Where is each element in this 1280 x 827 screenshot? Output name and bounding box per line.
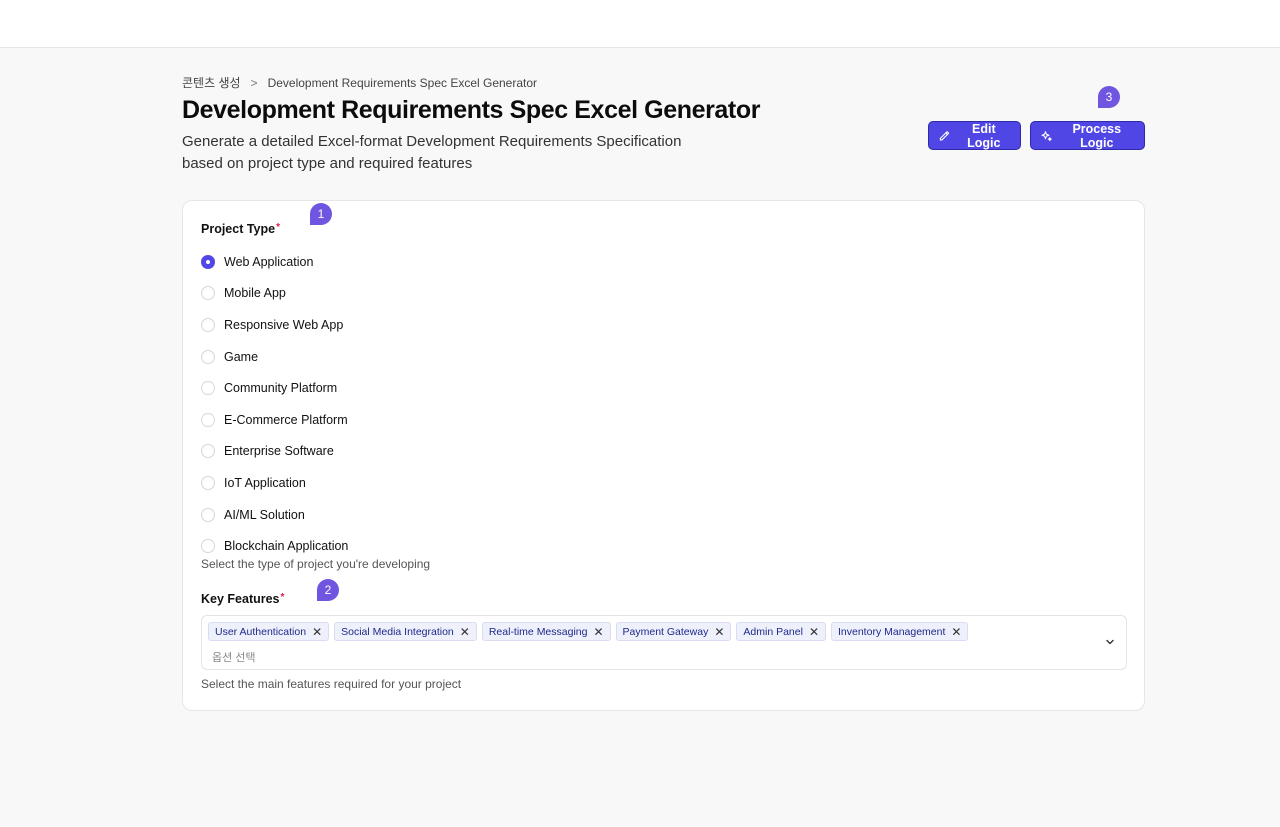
radio-option-iot-application[interactable]: IoT Application [201,467,348,499]
edit-logic-label: Edit Logic [967,121,1001,150]
radio-button[interactable] [201,381,215,396]
radio-button[interactable] [201,254,215,269]
close-icon[interactable]: ✕ [809,626,819,638]
radio-button[interactable] [201,475,215,490]
selected-tags: User Authentication ✕ Social Media Integ… [208,622,969,641]
step-marker-3: 3 [1098,86,1120,108]
radio-option-label: Game [224,349,259,364]
step-marker-1: 1 [310,203,332,225]
radio-option-ai-ml-solution[interactable]: AI/ML Solution [201,499,348,531]
project-type-help: Select the type of project you're develo… [201,557,431,571]
sparkles-icon [1041,130,1052,141]
project-type-radio-group: Web Application Mobile App Responsive We… [201,246,348,562]
step-marker-1-label: 1 [317,207,325,221]
radio-option-label: IoT Application [224,475,306,490]
radio-button[interactable] [201,412,215,427]
page-description: Generate a detailed Excel-format Develop… [182,133,682,172]
breadcrumb-current: Development Requirements Spec Excel Gene… [267,75,538,90]
close-icon[interactable]: ✕ [460,626,470,638]
radio-option-responsive-web-app[interactable]: Responsive Web App [201,309,348,341]
project-type-label-text: Project Type [201,222,276,236]
radio-button[interactable] [201,349,215,364]
tag-inventory-management: Inventory Management ✕ [831,622,969,641]
tag-label: User Authentication [215,625,307,638]
form-card: Project Type* 1 Web Application Mobile A… [182,200,1145,711]
step-marker-2-label: 2 [324,583,332,597]
radio-option-label: Responsive Web App [224,317,344,332]
tag-label: Social Media Integration [341,625,454,638]
page-title: Development Requirements Spec Excel Gene… [182,96,761,124]
radio-button[interactable] [201,317,215,332]
key-features-label-text: Key Features [201,592,280,606]
radio-button[interactable] [201,286,215,301]
key-features-help: Select the main features required for yo… [201,677,462,691]
project-type-label: Project Type* [201,222,280,236]
process-logic-button[interactable]: Process Logic [1030,121,1145,150]
radio-option-label: E-Commerce Platform [224,412,348,427]
close-icon[interactable]: ✕ [714,626,724,638]
radio-button[interactable] [201,539,215,554]
radio-option-label: Blockchain Application [224,539,349,554]
radio-option-label: Web Application [224,254,314,269]
key-features-label: Key Features* [201,592,284,606]
close-icon[interactable]: ✕ [951,626,961,638]
radio-option-enterprise-software[interactable]: Enterprise Software [201,436,348,468]
radio-option-label: Community Platform [224,381,338,396]
radio-option-game[interactable]: Game [201,341,348,373]
tag-admin-panel: Admin Panel ✕ [736,622,826,641]
tag-payment-gateway: Payment Gateway ✕ [615,622,732,641]
step-marker-3-label: 3 [1105,90,1113,104]
required-mark: * [280,592,285,603]
tag-label: Admin Panel [743,625,803,638]
required-mark: * [276,222,281,233]
radio-button[interactable] [201,444,215,459]
tag-social-media-integration: Social Media Integration ✕ [334,622,477,641]
process-logic-label: Process Logic [1072,121,1122,150]
key-features-multiselect[interactable]: User Authentication ✕ Social Media Integ… [201,615,1127,670]
radio-option-label: Enterprise Software [224,444,334,459]
tag-label: Inventory Management [838,625,946,638]
radio-option-label: AI/ML Solution [224,507,305,522]
top-bar [0,0,1280,48]
step-marker-2: 2 [317,579,339,601]
close-icon[interactable]: ✕ [593,626,603,638]
radio-option-label: Mobile App [224,286,286,301]
close-icon[interactable]: ✕ [312,626,322,638]
tag-label: Real-time Messaging [488,625,588,638]
edit-logic-button[interactable]: Edit Logic [928,121,1021,150]
chevron-right-icon: > [250,75,258,90]
tag-real-time-messaging: Real-time Messaging ✕ [481,622,611,641]
tag-label: Payment Gateway [622,625,709,638]
tag-user-authentication: User Authentication ✕ [208,622,330,641]
multiselect-placeholder[interactable]: 옵션 선택 [212,649,256,665]
breadcrumb-parent[interactable]: 콘텐츠 생성 [182,74,241,91]
radio-option-e-commerce-platform[interactable]: E-Commerce Platform [201,404,348,436]
radio-button[interactable] [201,507,215,522]
radio-option-web-application[interactable]: Web Application [201,246,348,278]
radio-option-mobile-app[interactable]: Mobile App [201,278,348,310]
radio-option-community-platform[interactable]: Community Platform [201,372,348,404]
chevron-down-icon[interactable] [1104,636,1116,648]
breadcrumb: 콘텐츠 생성 > Development Requirements Spec E… [182,74,537,91]
pencil-icon [939,130,950,140]
